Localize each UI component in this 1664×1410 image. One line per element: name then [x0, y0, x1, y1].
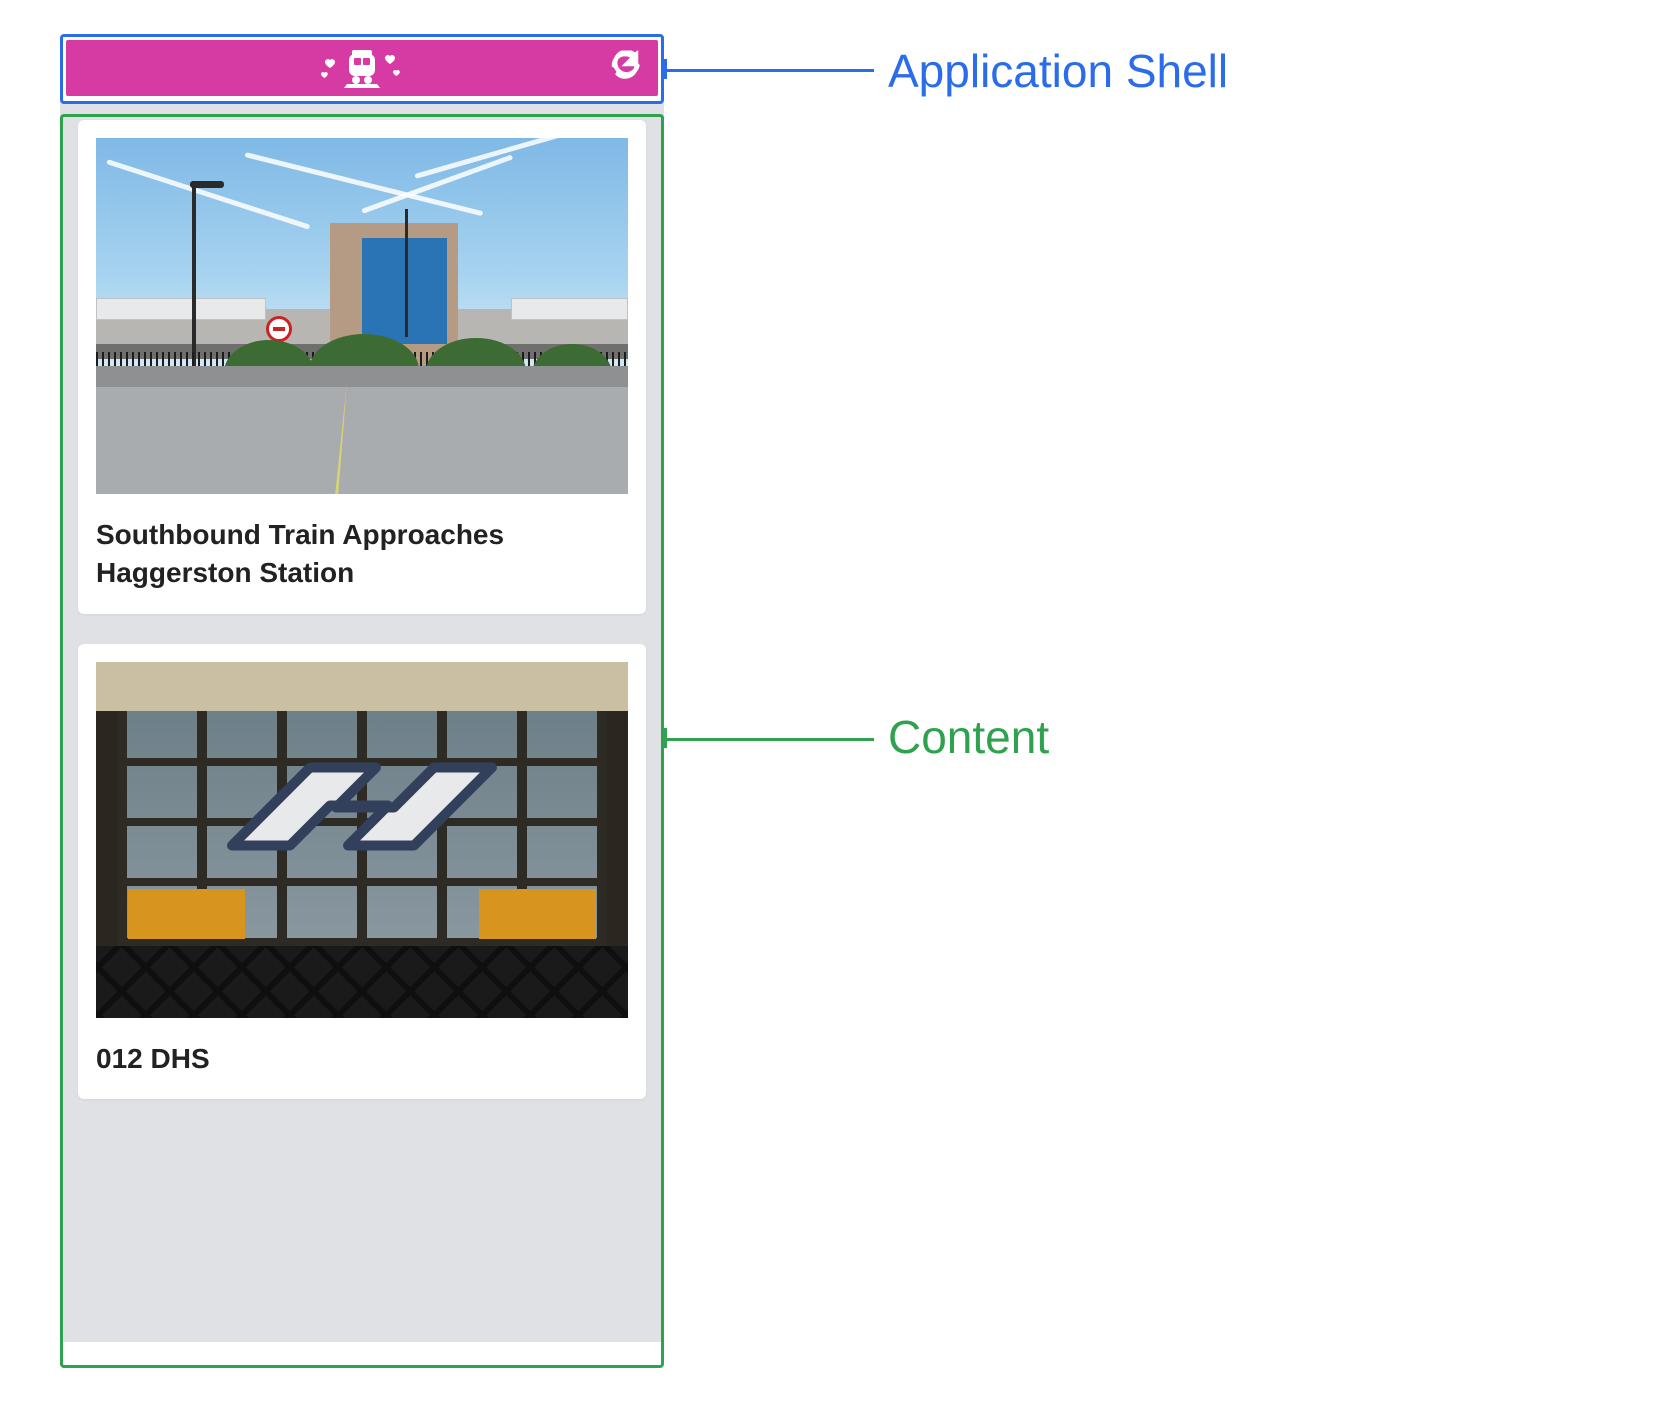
- card-title: Southbound Train Approaches Haggerston S…: [96, 516, 628, 592]
- content-label: Content: [888, 710, 1049, 764]
- card-image: [96, 138, 628, 494]
- content-area: Southbound Train Approaches Haggerston S…: [60, 102, 664, 1342]
- shell-connector: [664, 69, 874, 72]
- app-mock: Southbound Train Approaches Haggerston S…: [60, 34, 664, 1342]
- content-connector: [664, 738, 874, 741]
- app-header: [66, 40, 658, 96]
- shell-label: Application Shell: [888, 44, 1228, 98]
- ns-logo-icon: [212, 758, 512, 893]
- card[interactable]: Southbound Train Approaches Haggerston S…: [78, 120, 646, 614]
- card-title: 012 DHS: [96, 1040, 628, 1078]
- card-image: [96, 662, 628, 1018]
- refresh-icon[interactable]: [610, 51, 640, 86]
- card[interactable]: 012 DHS: [78, 644, 646, 1100]
- content-connector-tick: [664, 728, 667, 748]
- shell-connector-tick: [664, 59, 667, 79]
- train-hearts-icon: [319, 48, 405, 88]
